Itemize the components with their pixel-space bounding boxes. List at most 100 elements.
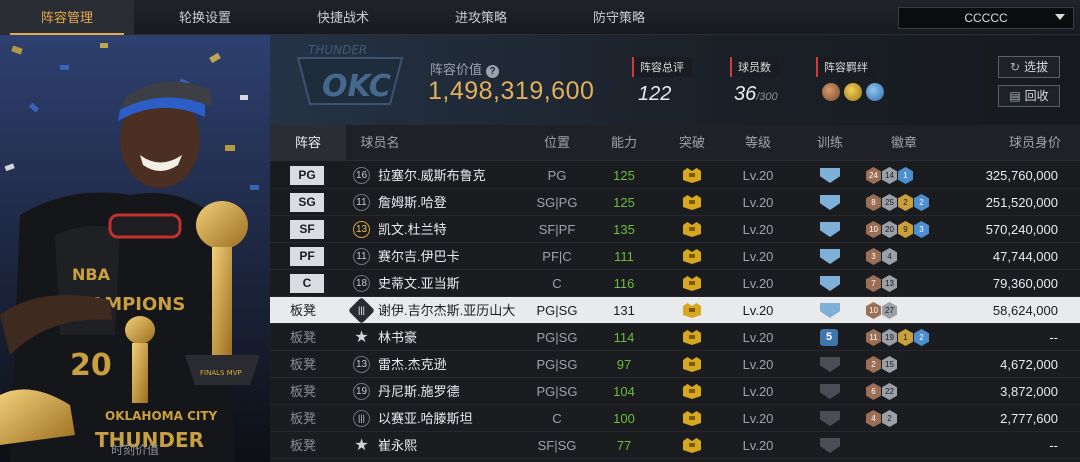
badge-icon[interactable]: 3	[914, 221, 929, 238]
lineup-slot[interactable]: PF	[290, 247, 324, 266]
table-row[interactable]: 板凳 ||| 谢伊.吉尔杰斯.亚历山大 PG|SG 131 Lv.20 10 27 58,624…	[270, 297, 1080, 324]
training-shield-icon[interactable]	[820, 357, 840, 372]
training-level-icon[interactable]: 5	[820, 329, 838, 346]
lineup-slot[interactable]: PG	[290, 166, 324, 185]
badge-icon[interactable]: 19	[882, 329, 897, 346]
breakthrough-crown-icon[interactable]	[683, 195, 701, 210]
table-row[interactable]: 板凳 ★ 崔永熙 SF|SG 77 Lv.20 --	[270, 432, 1080, 459]
lineup-slot[interactable]: SF	[290, 220, 324, 239]
player-name[interactable]: 赛尔吉.伊巴卡	[378, 243, 460, 270]
player-name[interactable]: 以赛亚.哈滕斯坦	[378, 405, 473, 432]
player-name[interactable]: 林书豪	[378, 324, 417, 351]
player-name[interactable]: 丹尼斯.施罗德	[378, 378, 460, 405]
player-name[interactable]: 崔永熙	[378, 432, 417, 459]
tab-rotation[interactable]: 轮换设置	[138, 0, 272, 35]
col-badges[interactable]: 徽章	[884, 125, 924, 161]
badge-icon[interactable]: 2	[914, 194, 929, 211]
badge-icon[interactable]: 6	[866, 383, 881, 400]
badge-icon[interactable]: 10	[866, 221, 881, 238]
training-shield-icon[interactable]	[820, 249, 840, 264]
badge-icon[interactable]: 11	[866, 329, 881, 346]
badge-icon[interactable]: 10	[866, 302, 881, 319]
bond-bronze-icon[interactable]	[822, 83, 840, 101]
badge-icon[interactable]: 2	[898, 194, 913, 211]
breakthrough-crown-icon[interactable]	[683, 357, 701, 372]
col-training[interactable]: 训练	[810, 125, 850, 161]
tab-defense[interactable]: 防守策略	[552, 0, 686, 35]
table-row[interactable]: PG 16 拉塞尔.威斯布鲁克 PG 125 Lv.20 24 14 1 325,760,000	[270, 162, 1080, 189]
col-breakthrough[interactable]: 突破	[672, 125, 712, 161]
player-name[interactable]: 拉塞尔.威斯布鲁克	[378, 162, 486, 189]
breakthrough-crown-icon[interactable]	[683, 249, 701, 264]
badge-icon[interactable]: 25	[882, 194, 897, 211]
breakthrough-crown-icon[interactable]	[683, 384, 701, 399]
badge-icon[interactable]: 8	[866, 194, 881, 211]
player-name[interactable]: 史蒂文.亚当斯	[378, 270, 460, 297]
col-ability[interactable]: 能力	[606, 125, 642, 161]
training-shield-icon[interactable]	[820, 276, 840, 291]
badge-icon[interactable]: 1	[898, 167, 913, 184]
team-select-dropdown[interactable]: CCCCC	[898, 7, 1074, 29]
badge-icon[interactable]: 7	[866, 275, 881, 292]
badge-icon[interactable]: 4	[882, 248, 897, 265]
col-level[interactable]: 等级	[738, 125, 778, 161]
player-name[interactable]: 雷杰.杰克逊	[378, 351, 447, 378]
bond-blue-icon[interactable]	[866, 83, 884, 101]
breakthrough-crown-icon[interactable]	[683, 276, 701, 291]
table-row[interactable]: SF 13 凯文.杜兰特 SF|PF 135 Lv.20 10 20 9 3 570,240,000	[270, 216, 1080, 243]
badge-icon[interactable]: 3	[866, 248, 881, 265]
training-shield-icon[interactable]	[820, 222, 840, 237]
lineup-slot[interactable]: 板凳	[290, 432, 326, 459]
badge-icon[interactable]: 1	[898, 329, 913, 346]
breakthrough-crown-icon[interactable]	[683, 222, 701, 237]
col-position[interactable]: 位置	[535, 125, 579, 161]
badge-icon[interactable]: 14	[882, 167, 897, 184]
badge-icon[interactable]: 9	[898, 221, 913, 238]
table-row[interactable]: PF 11 赛尔吉.伊巴卡 PF|C 111 Lv.20 3 4 47,744,000	[270, 243, 1080, 270]
select-button[interactable]: ↻ 选拔	[998, 56, 1060, 78]
badge-icon[interactable]: 2	[914, 329, 929, 346]
badge-icon[interactable]: 15	[882, 356, 897, 373]
table-row[interactable]: 板凳 13 雷杰.杰克逊 PG|SG 97 Lv.20 2 15 4,672,000	[270, 351, 1080, 378]
training-shield-icon[interactable]	[820, 438, 840, 453]
col-player-value[interactable]: 球员身价	[1000, 125, 1070, 161]
breakthrough-crown-icon[interactable]	[683, 330, 701, 345]
lineup-slot[interactable]: 板凳	[290, 405, 326, 432]
table-row[interactable]: 板凳 ★ 林书豪 PG|SG 114 Lv.20 5 11 19 1 2 --	[270, 324, 1080, 351]
badge-icon[interactable]: 27	[882, 302, 897, 319]
badge-icon[interactable]: 22	[882, 383, 897, 400]
player-name[interactable]: 凯文.杜兰特	[378, 216, 447, 243]
recycle-button[interactable]: ▤ 回收	[998, 85, 1060, 107]
col-lineup[interactable]: 阵容	[270, 125, 346, 161]
badge-icon[interactable]: 24	[866, 167, 881, 184]
lineup-slot[interactable]: 板凳	[290, 297, 326, 324]
badge-icon[interactable]: 2	[882, 410, 897, 427]
lineup-slot[interactable]: 板凳	[290, 324, 326, 351]
table-row[interactable]: 板凳 19 丹尼斯.施罗德 PG|SG 104 Lv.20 6 22 3,872,000	[270, 378, 1080, 405]
badge-icon[interactable]: 13	[882, 275, 897, 292]
badge-icon[interactable]: 20	[882, 221, 897, 238]
bond-gold-icon[interactable]	[844, 83, 862, 101]
badge-icon[interactable]: 4	[866, 410, 881, 427]
table-row[interactable]: SG 11 詹姆斯.哈登 SG|PG 125 Lv.20 8 25 2 2 251,520,000	[270, 189, 1080, 216]
tab-quick-tactics[interactable]: 快捷战术	[276, 0, 410, 35]
training-shield-icon[interactable]	[820, 195, 840, 210]
col-player-name[interactable]: 球员名	[350, 125, 410, 161]
training-shield-icon[interactable]	[820, 384, 840, 399]
lineup-slot[interactable]: SG	[290, 193, 324, 212]
tab-roster[interactable]: 阵容管理	[0, 0, 134, 35]
table-row[interactable]: C 18 史蒂文.亚当斯 C 116 Lv.20 7 13 79,360,000	[270, 270, 1080, 297]
player-name[interactable]: 詹姆斯.哈登	[378, 189, 447, 216]
table-row[interactable]: 板凳 ||| 以赛亚.哈滕斯坦 C 100 Lv.20 4 2 2,777,600	[270, 405, 1080, 432]
breakthrough-crown-icon[interactable]	[683, 411, 701, 426]
lineup-slot[interactable]: C	[290, 274, 324, 293]
player-name[interactable]: 谢伊.吉尔杰斯.亚历山大	[378, 297, 515, 324]
lineup-slot[interactable]: 板凳	[290, 378, 326, 405]
training-shield-icon[interactable]	[820, 303, 840, 318]
breakthrough-crown-icon[interactable]	[683, 438, 701, 453]
breakthrough-crown-icon[interactable]	[683, 303, 701, 318]
breakthrough-crown-icon[interactable]	[683, 168, 701, 183]
lineup-slot[interactable]: 板凳	[290, 351, 326, 378]
badge-icon[interactable]: 2	[866, 356, 881, 373]
training-shield-icon[interactable]	[820, 168, 840, 183]
